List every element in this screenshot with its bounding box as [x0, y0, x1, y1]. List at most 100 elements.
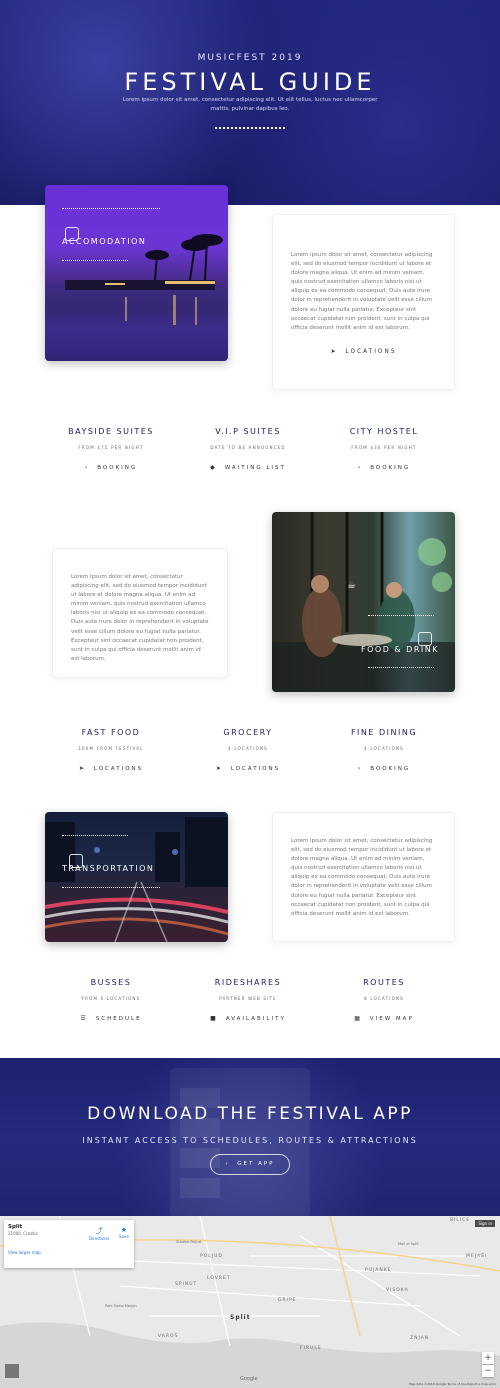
column-title: FINE DINING	[350, 728, 418, 737]
column-title: GROCERY	[223, 728, 273, 737]
food-drink-image[interactable]: ☕ FOOD & DRINK	[272, 512, 455, 692]
chevron-right-icon: ›	[225, 1161, 238, 1167]
resort-illustration	[45, 234, 228, 361]
column-meta: 4 LOCATIONS	[228, 746, 268, 751]
map-label: POLJUD	[200, 1254, 223, 1259]
location-arrow-icon: ➤	[330, 348, 338, 355]
map-signin-button[interactable]: Sign in	[475, 1220, 495, 1227]
booking-button[interactable]: › BOOKING	[314, 765, 454, 772]
map-icon: ▦	[354, 1015, 362, 1022]
directions-icon: ⤴	[95, 1227, 103, 1235]
location-arrow-icon: ➤	[78, 765, 86, 772]
coffee-icon: ☕	[347, 580, 356, 591]
city-street-illustration	[45, 817, 228, 942]
vip-suites-column: V.I.P SUITES DATE TO BE ANNOUNCED ◆ WAITI…	[178, 427, 318, 471]
accomodation-dots-bottom	[62, 260, 128, 261]
map-embed[interactable]: Split 21000, Croatia ⤴ Directions ★ Save V…	[0, 1216, 500, 1388]
map-label: LOVRET	[207, 1276, 231, 1281]
chevron-right-icon: ›	[84, 464, 90, 471]
column-meta: FROM 6 LOCATIONS	[81, 996, 141, 1001]
booking-button[interactable]: › BOOKING	[41, 464, 181, 471]
map-label: MEJAŠI	[466, 1254, 488, 1259]
transportation-text-card: Lorem ipsum dolor sit amet, consectetur …	[272, 812, 455, 942]
car-icon: ■	[210, 1015, 218, 1022]
view-map-button[interactable]: ▦ VIEW MAP	[314, 1015, 454, 1022]
schedule-button[interactable]: ☰ SCHEDULE	[41, 1015, 181, 1022]
transportation-image[interactable]: TRANSPORTATION	[45, 812, 228, 942]
save-button[interactable]: ★ Save	[119, 1226, 129, 1239]
column-meta: FROM $75 PER NIGHT	[78, 445, 144, 450]
map-label: Mall of Split	[398, 1242, 419, 1246]
accomodation-description: Lorem ipsum dolor sit amet, consectetur …	[291, 252, 433, 331]
zoom-in-button[interactable]: +	[482, 1352, 494, 1364]
map-info-card: Split 21000, Croatia ⤴ Directions ★ Save V…	[4, 1220, 134, 1268]
map-place-sub: 21000, Croatia	[8, 1231, 38, 1236]
map-label: VAROŠ	[158, 1334, 179, 1339]
rideshares-column: RIDESHARES PARTNER WEB SITE ■ AVAILABILIT…	[178, 978, 318, 1022]
transport-dots-top	[62, 835, 128, 836]
locations-button[interactable]: ➤ LOCATIONS	[41, 765, 181, 772]
food-text-card: Lorem ipsum dolor sit amet, consectetur …	[52, 548, 228, 678]
map-place-name: Split	[8, 1224, 23, 1230]
map-label: Park Šuma Marjan	[105, 1304, 137, 1308]
map-label: FIRULE	[300, 1346, 322, 1351]
transport-dots-bottom	[62, 887, 160, 888]
map-attribution: Map data ©2019 Google Terms of Use Repor…	[409, 1382, 496, 1386]
chevron-right-icon: ›	[357, 765, 363, 772]
zoom-out-button[interactable]: −	[482, 1365, 494, 1377]
column-meta: DATE TO BE ANNOUNCED	[210, 445, 286, 450]
booking-button[interactable]: › BOOKING	[314, 464, 454, 471]
get-app-button[interactable]: › GET APP	[210, 1154, 290, 1175]
food-dots-bottom	[368, 667, 434, 668]
map-label: VISOKA	[386, 1288, 409, 1293]
column-meta: 100M FROM FESTIVAL	[78, 746, 144, 751]
hero-kicker: MUSICFEST 2019	[197, 53, 303, 63]
accomodation-title: ACCOMODATION	[62, 237, 147, 246]
hero-subtitle: Lorem ipsum dolor sit amet, consectetur …	[122, 97, 378, 112]
column-title: V.I.P SUITES	[215, 427, 281, 436]
map-city-label: Split	[230, 1314, 251, 1321]
cafe-illustration	[272, 512, 455, 692]
busses-column: BUSSES FROM 6 LOCATIONS ☰ SCHEDULE	[41, 978, 181, 1022]
list-icon: ☰	[80, 1015, 88, 1022]
fine-dining-column: FINE DINING 4 LOCATIONS › BOOKING	[314, 728, 454, 772]
grocery-column: GROCERY 4 LOCATIONS ➤ LOCATIONS	[178, 728, 318, 772]
routes-column: ROUTES 8 LOCATIONS ▦ VIEW MAP	[314, 978, 454, 1022]
hero-title: FESTIVAL GUIDE	[124, 68, 376, 96]
pegman-icon[interactable]	[5, 1364, 19, 1378]
column-meta: 8 LOCATIONS	[364, 996, 404, 1001]
bayside-suites-column: BAYSIDE SUITES FROM $75 PER NIGHT › BOOKI…	[41, 427, 181, 471]
locations-link[interactable]: ➤ LOCATIONS	[273, 348, 454, 355]
map-label: GRIPE	[278, 1298, 297, 1303]
hero-section: MUSICFEST 2019 FESTIVAL GUIDE Lorem ipsu…	[0, 0, 500, 205]
star-icon: ★	[120, 1226, 128, 1234]
fast-food-column: FAST FOOD 100M FROM FESTIVAL ➤ LOCATIONS	[41, 728, 181, 772]
view-larger-map-link[interactable]: View larger map	[8, 1250, 41, 1255]
map-label: PUJANKE	[365, 1268, 392, 1273]
map-label: ZNJAN	[410, 1336, 430, 1341]
food-dots-top	[368, 615, 434, 616]
location-arrow-icon: ➤	[215, 765, 223, 772]
availability-button[interactable]: ■ AVAILABILITY	[178, 1015, 318, 1022]
column-meta: FROM $30 PER NIGHT	[351, 445, 417, 450]
locations-button[interactable]: ➤ LOCATIONS	[178, 765, 318, 772]
transportation-description: Lorem ipsum dolor sit amet, consectetur …	[291, 838, 433, 917]
map-label: Stadion Poljud	[176, 1240, 201, 1244]
map-label: SPINUT	[175, 1282, 198, 1287]
column-meta: 4 LOCATIONS	[364, 746, 404, 751]
app-download-section: DOWNLOAD THE FESTIVAL APP INSTANT ACCESS…	[0, 1058, 500, 1218]
tag-icon: ◆	[210, 464, 217, 471]
city-hostel-column: CITY HOSTEL FROM $30 PER NIGHT › BOOKING	[314, 427, 454, 471]
food-description: Lorem ipsum dolor sit amet, consectetur …	[71, 574, 209, 662]
transportation-title: TRANSPORTATION	[62, 864, 155, 873]
hero-divider	[215, 127, 285, 129]
accomodation-text-card: Lorem ipsum dolor sit amet, consectetur …	[272, 214, 455, 390]
accomodation-image[interactable]: ACCOMODATION	[45, 185, 228, 361]
directions-button[interactable]: ⤴ Directions	[89, 1226, 109, 1241]
chevron-right-icon: ›	[357, 464, 363, 471]
app-tagline: INSTANT ACCESS TO SCHEDULES, ROUTES & AT…	[82, 1136, 418, 1145]
google-logo: Google	[240, 1376, 258, 1382]
waiting-list-button[interactable]: ◆ WAITING LIST	[178, 464, 318, 471]
column-meta: PARTNER WEB SITE	[219, 996, 277, 1001]
food-drink-title: FOOD & DRINK	[361, 645, 439, 654]
